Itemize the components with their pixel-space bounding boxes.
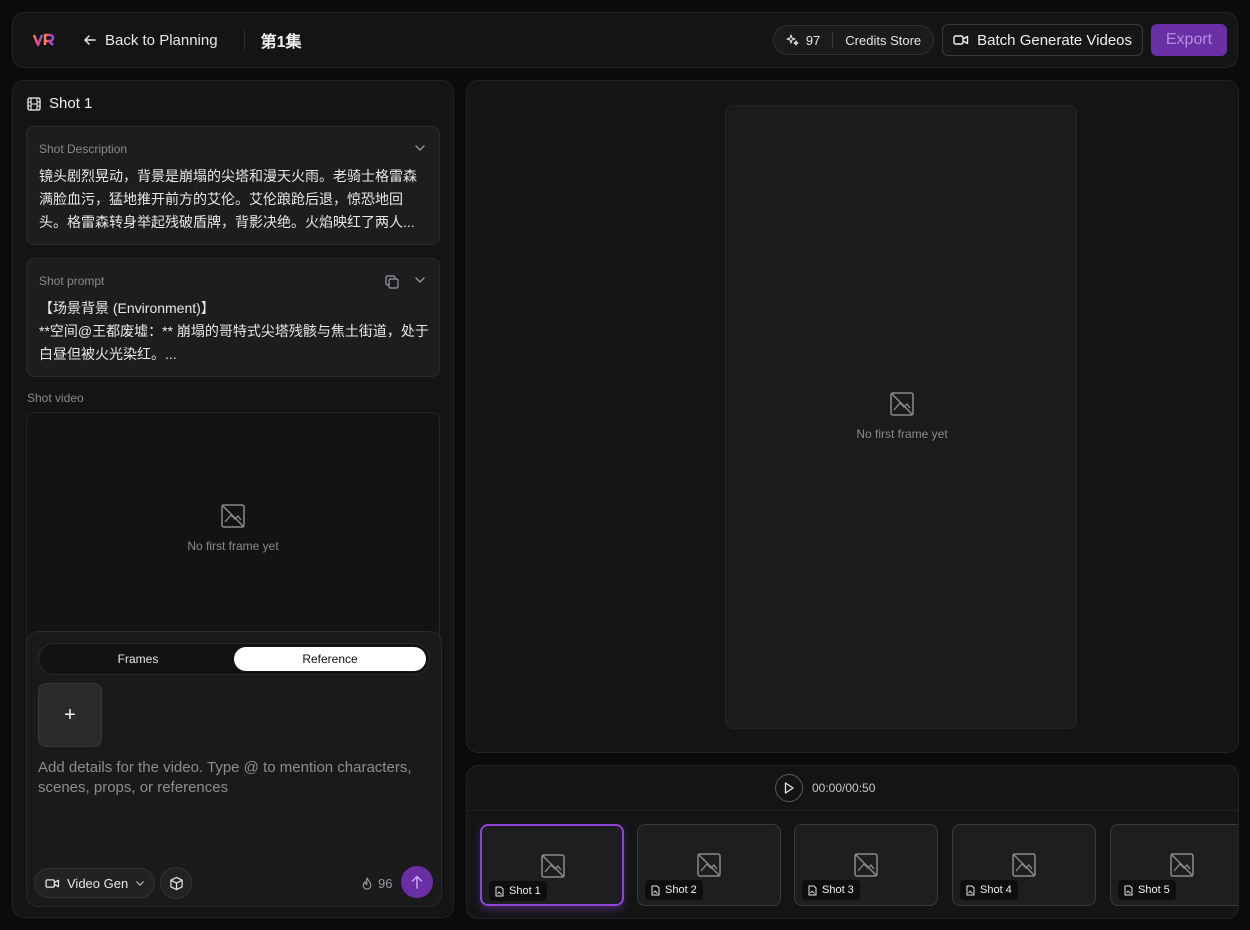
shot-video-label: Shot video	[27, 391, 84, 405]
credits-store-link[interactable]: Credits Store	[845, 33, 921, 48]
shot-tag: Shot 3	[802, 880, 860, 900]
shot-prompt-card[interactable]: Shot prompt 【场景背景 (Environment)】 **空间@王都…	[26, 258, 440, 377]
shot-thumbnail[interactable]: Shot 1	[480, 824, 624, 906]
shot-tag: Shot 4	[960, 880, 1018, 900]
shot-tag-label: Shot 3	[822, 884, 854, 896]
sparkles-icon	[786, 34, 799, 46]
shot-tag: Shot 1	[489, 881, 547, 901]
add-reference-button[interactable]: +	[38, 683, 102, 747]
credits-count: 97	[805, 32, 821, 48]
shot-timeline: 00:00/00:50 Shot 1 Shot 2 Shot 3 Shot 4	[466, 765, 1239, 919]
arrow-left-icon	[84, 35, 96, 45]
tab-reference[interactable]: Reference	[234, 647, 426, 671]
no-image-icon	[1012, 853, 1036, 877]
credits-divider	[832, 32, 834, 48]
export-button[interactable]: Export	[1151, 24, 1227, 56]
credit-cost-value: 96	[378, 876, 393, 891]
shot-tag-label: Shot 2	[665, 884, 697, 896]
episode-title: 第1集	[260, 34, 302, 51]
shot-tag-label: Shot 5	[1138, 884, 1170, 896]
shot-video-empty-state: No first frame yet	[173, 503, 293, 553]
shot-description-card[interactable]: Shot Description 镜头剧烈晃动，背景是崩塌的尖塔和漫天火雨。老骑…	[26, 126, 440, 245]
playback-bar: 00:00/00:50	[467, 766, 1238, 811]
header-divider	[243, 30, 245, 50]
shot-thumbnail[interactable]: Shot 2	[637, 824, 781, 906]
shot-tag-label: Shot 1	[509, 885, 541, 897]
image-file-icon	[651, 885, 660, 895]
model-settings-button[interactable]	[160, 867, 192, 899]
shot-thumbnail[interactable]: Shot 4	[952, 824, 1096, 906]
image-file-icon	[1124, 885, 1133, 895]
flame-icon	[362, 877, 372, 890]
shot-title-label: Shot 1	[49, 95, 93, 112]
no-image-icon	[697, 853, 721, 877]
shot-prompt-label: Shot prompt	[39, 274, 105, 288]
frames-reference-toggle[interactable]: Frames Reference	[38, 643, 430, 675]
shot-tag: Shot 5	[1118, 880, 1176, 900]
preview-empty-text: No first frame yet	[856, 427, 948, 441]
batch-generate-videos-button[interactable]: Batch Generate Videos	[942, 24, 1143, 56]
shot-thumbnail[interactable]: Shot 3	[794, 824, 938, 906]
no-image-icon	[1170, 853, 1194, 877]
copy-icon[interactable]	[385, 275, 399, 289]
no-image-icon	[854, 853, 878, 877]
no-image-icon	[221, 504, 245, 528]
shot-description-label: Shot Description	[39, 142, 128, 156]
shot-details-panel: Shot 1 Shot Description 镜头剧烈晃动，背景是崩塌的尖塔和…	[12, 80, 454, 918]
no-image-icon	[890, 392, 914, 416]
playback-time: 00:00/00:50	[812, 781, 876, 795]
image-file-icon	[495, 886, 504, 896]
credits-pill[interactable]: 97 Credits Store	[772, 25, 935, 55]
play-icon	[784, 782, 794, 794]
shot-video-empty-text: No first frame yet	[187, 539, 279, 553]
top-header: Back to Planning 第1集 97 Credits Store Ba…	[12, 12, 1238, 68]
shot-description-text: 镜头剧烈晃动，背景是崩塌的尖塔和漫天火雨。老骑士格雷森满脸血污，猛地推开前方的艾…	[39, 168, 417, 230]
tab-frames[interactable]: Frames	[42, 647, 234, 671]
play-button[interactable]	[775, 774, 803, 802]
no-image-icon	[541, 854, 565, 878]
credit-cost: 96	[361, 876, 392, 891]
image-file-icon	[808, 885, 817, 895]
video-gen-label: Video Gen	[67, 875, 129, 891]
video-camera-icon	[953, 35, 969, 45]
video-details-input[interactable]: Add details for the video. Type @ to men…	[38, 758, 428, 798]
video-gen-mode-select[interactable]: Video Gen	[34, 868, 156, 898]
chevron-down-icon	[136, 880, 144, 886]
preview-frame[interactable]: No first frame yet	[725, 105, 1077, 729]
chevron-down-icon[interactable]	[415, 145, 425, 151]
shot-thumbnail[interactable]: Shot 5	[1110, 824, 1238, 906]
back-label: Back to Planning	[105, 31, 218, 49]
shot-tag: Shot 2	[645, 880, 703, 900]
image-file-icon	[966, 885, 975, 895]
back-to-planning-button[interactable]: Back to Planning	[83, 32, 218, 49]
preview-empty-state: No first frame yet	[842, 391, 962, 441]
video-preview-panel: No first frame yet	[466, 80, 1239, 753]
batch-label: Batch Generate Videos	[977, 31, 1132, 49]
video-camera-icon	[45, 878, 60, 888]
arrow-up-icon	[411, 875, 423, 889]
shot-tag-label: Shot 4	[980, 884, 1012, 896]
cube-icon	[169, 876, 183, 890]
generate-send-button[interactable]	[401, 866, 433, 898]
chevron-down-icon[interactable]	[415, 277, 425, 283]
video-composer: Frames Reference + Add details for the v…	[26, 631, 442, 907]
film-icon	[27, 96, 41, 111]
shot-prompt-text: 【场景背景 (Environment)】 **空间@王都废墟：** 崩塌的哥特式…	[39, 300, 429, 362]
shot-title: Shot 1	[27, 95, 92, 112]
app-logo[interactable]	[33, 32, 55, 48]
